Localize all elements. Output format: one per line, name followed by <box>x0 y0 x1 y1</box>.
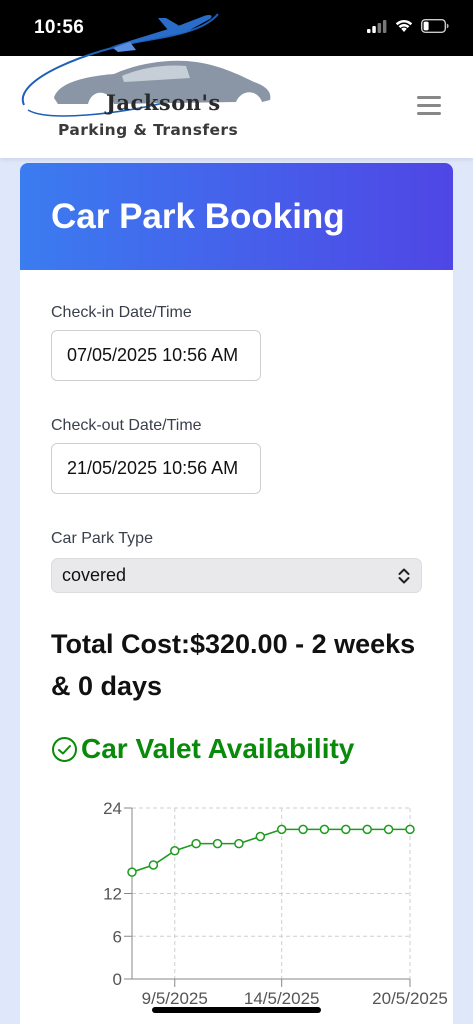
data-point <box>127 867 137 877</box>
data-point <box>234 838 244 849</box>
logo-text-tagline: Parking & Transfers <box>58 121 239 139</box>
y-tick-label: 12 <box>103 885 122 904</box>
x-tick-label: 20/5/2025 <box>372 989 448 1008</box>
page-title: Car Park Booking <box>51 197 345 236</box>
status-icons <box>367 19 449 33</box>
data-point <box>383 824 394 835</box>
y-tick-label: 24 <box>103 799 122 818</box>
x-tick-label: 9/5/2025 <box>142 989 208 1008</box>
data-point <box>255 831 266 842</box>
car-park-type-select[interactable]: covered <box>51 558 422 593</box>
data-point <box>405 824 415 835</box>
wifi-icon <box>395 20 413 32</box>
data-point <box>212 838 223 849</box>
y-tick-label: 6 <box>113 927 122 946</box>
hamburger-menu-icon[interactable] <box>417 96 441 116</box>
checkout-label: Check-out Date/Time <box>51 417 202 434</box>
valet-availability-heading: Car Valet Availability <box>51 733 354 765</box>
booking-card-header: Car Park Booking <box>20 163 453 270</box>
x-tick-label: 14/5/2025 <box>244 989 320 1008</box>
brand-logo[interactable]: Jackson's Parking & Transfers <box>18 10 278 145</box>
valet-availability-title: Car Valet Availability <box>81 733 355 764</box>
data-point <box>319 824 330 835</box>
data-point <box>362 824 372 835</box>
check-circle-icon <box>52 736 77 762</box>
battery-icon <box>421 19 449 33</box>
booking-card: Car Park Booking Check-in Date/Time 07/0… <box>20 163 453 1024</box>
total-cost-text: Total Cost:$320.00 - 2 weeks & 0 days <box>51 629 416 701</box>
checkout-datetime-input[interactable]: 21/05/2025 10:56 AM <box>51 443 261 494</box>
checkin-datetime-input[interactable]: 07/05/2025 10:56 AM <box>51 330 261 381</box>
home-indicator <box>152 1007 321 1013</box>
car-park-type-value: covered <box>62 565 127 585</box>
data-point <box>276 824 287 835</box>
data-point <box>341 824 351 835</box>
data-point <box>191 838 201 849</box>
data-point <box>148 860 159 870</box>
chevron-updown-icon <box>398 568 410 584</box>
cellular-signal-icon <box>367 19 387 33</box>
data-point <box>298 824 308 835</box>
logo-text-name: Jackson's <box>106 90 221 115</box>
checkin-label: Check-in Date/Time <box>51 304 192 321</box>
y-tick-label: 0 <box>113 970 122 989</box>
data-point <box>170 846 180 856</box>
car-park-type-label: Car Park Type <box>51 530 153 547</box>
valet-availability-chart: 0 6 12 24 9/5/2025 14/5/2025 20/5/2025 <box>103 799 448 1008</box>
